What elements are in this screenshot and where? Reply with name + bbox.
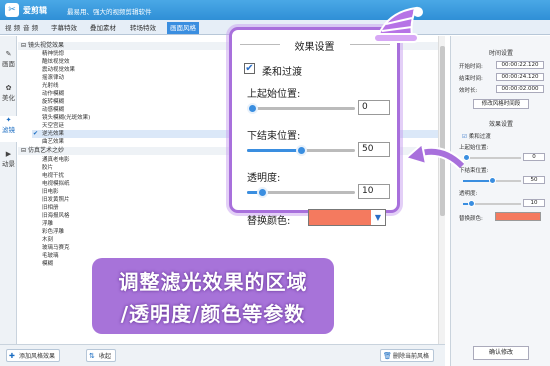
bottom-toolbar: ✚ 添加风格效果 ⇅ 收起 🗑 删除当前风格 <box>0 344 445 366</box>
replace-color-picker-large[interactable]: ▼ <box>308 209 386 226</box>
rail-picture[interactable]: ✎ 画面 <box>0 50 17 68</box>
slider-fill <box>463 180 492 182</box>
slider-knob[interactable] <box>247 103 258 114</box>
list-item[interactable]: 木刻 <box>32 236 442 244</box>
duration-label: 效时长: <box>459 88 478 94</box>
app-name: 爱剪辑 <box>23 6 47 15</box>
rail-label: 滤镜 <box>2 126 15 134</box>
down-position-field[interactable]: 50 <box>523 176 545 184</box>
opacity-field-large[interactable]: 10 <box>358 184 390 199</box>
category-title: 仿真艺术之妙 <box>27 147 64 154</box>
collapse-icon: ⇅ <box>89 352 95 360</box>
banner-line-1: 调整滤光效果的区域 <box>118 270 308 294</box>
play-icon: ▶ <box>5 150 12 158</box>
tab-transition[interactable]: 转场特效 <box>127 22 159 34</box>
up-position-slider-large[interactable] <box>247 103 355 114</box>
opacity-field[interactable]: 10 <box>523 199 545 207</box>
down-position-label: 下结束位置: <box>247 131 301 142</box>
slider-knob[interactable] <box>488 177 496 184</box>
change-time-button[interactable]: 修改风格时间段 <box>473 99 529 109</box>
tab-subtitle[interactable]: 字幕特效 <box>48 22 80 34</box>
collapse-label: 收起 <box>99 353 112 360</box>
opacity-slider-large[interactable] <box>247 187 355 198</box>
category-title: 镜头视觉效果 <box>27 42 64 49</box>
check-icon: ✔ <box>33 130 39 137</box>
soft-transition-label: 柔和过渡 <box>468 134 491 140</box>
slider-knob[interactable] <box>256 187 268 198</box>
callout-banner: 调整滤光效果的区域 /透明度/颜色等参数 <box>92 258 334 334</box>
replace-color-label: 替换颜色: <box>459 216 483 222</box>
up-position-field[interactable]: 0 <box>523 153 545 161</box>
trash-icon: 🗑 <box>383 352 392 360</box>
start-time-field[interactable]: 00:00:22.120 <box>496 61 544 69</box>
effect-settings-title: 效果设置 <box>488 121 513 128</box>
tab-style[interactable]: 画面风格 <box>167 22 199 34</box>
flower-icon: ✿ <box>5 84 12 92</box>
slider-fill <box>247 149 301 152</box>
tab-overlay[interactable]: 叠加素材 <box>87 22 119 34</box>
rail-motion[interactable]: ▶ 动景 <box>0 150 17 168</box>
soft-transition-label: 柔和过渡 <box>262 67 302 78</box>
scrollbar-thumb[interactable] <box>440 46 445 216</box>
rail-label: 动景 <box>2 160 15 168</box>
list-item[interactable]: 玻璃马赛克 <box>32 244 442 252</box>
delete-style-button[interactable]: 🗑 删除当前风格 <box>380 349 435 362</box>
down-position-field-large[interactable]: 50 <box>358 142 390 157</box>
opacity-slider[interactable] <box>463 200 521 207</box>
soft-transition-checkbox[interactable]: ☑ 柔和过渡 <box>462 132 491 140</box>
opacity-label: 透明度: <box>459 191 478 197</box>
settings-panel: 时间设置 开始时间: 00:00:22.120 结束时间: 00:00:24.1… <box>450 36 550 366</box>
category-rail: ✎ 画面 ✿ 美化 ✦ 滤镜 ▶ 动景 <box>0 36 17 344</box>
pointer-arrow-icon <box>403 142 464 170</box>
up-position-slider[interactable] <box>463 154 521 161</box>
delete-style-label: 删除当前风格 <box>393 353 430 360</box>
up-position-field-large[interactable]: 0 <box>358 100 390 115</box>
tab-audio[interactable]: 音 频 <box>20 22 41 34</box>
down-position-slider-large[interactable] <box>247 145 355 156</box>
list-scrollbar[interactable] <box>438 36 445 344</box>
down-position-slider[interactable] <box>463 177 521 184</box>
up-position-label: 上起始位置: <box>247 89 301 100</box>
brush-icon: ✎ <box>5 50 12 58</box>
title-bar: ✂ 爱剪辑 最易用、强大的视频剪辑软件 <box>0 0 550 20</box>
add-style-button[interactable]: ✚ 添加风格效果 <box>6 349 61 362</box>
opacity-label: 透明度: <box>247 173 281 184</box>
rail-label: 画面 <box>2 60 15 68</box>
slider-knob[interactable] <box>468 200 476 207</box>
effect-settings-callout: 效果设置 ✔ 柔和过渡 上起始位置: 0 下结束位置: 50 透明度: 10 替… <box>229 27 400 227</box>
end-time-field[interactable]: 00:00:24.120 <box>496 73 544 81</box>
add-icon: ✚ <box>9 352 15 360</box>
end-time-label: 结束时间: <box>459 76 483 82</box>
slider-knob[interactable] <box>463 154 470 161</box>
collapse-button[interactable]: ⇅ 收起 <box>86 349 117 362</box>
rail-filter[interactable]: ✦ 滤镜 <box>0 116 17 142</box>
app-logo-icon: ✂ <box>5 3 19 17</box>
list-item-label: 逆光效果 <box>42 131 65 137</box>
time-settings-title: 时间设置 <box>488 50 513 57</box>
start-time-label: 开始时间: <box>459 64 483 70</box>
chevron-down-icon[interactable]: ▼ <box>371 210 385 225</box>
party-hat-icon <box>373 6 423 43</box>
soft-transition-checkbox-large[interactable]: ✔ <box>244 63 255 74</box>
confirm-button[interactable]: 确认修改 <box>473 346 529 360</box>
list-item[interactable]: 彩色浮雕 <box>32 228 442 236</box>
rail-label: 美化 <box>2 94 15 102</box>
banner-line-2: /透明度/颜色等参数 <box>120 302 306 326</box>
slider-knob[interactable] <box>295 145 307 156</box>
duration-field[interactable]: 00:00:02.000 <box>496 85 544 93</box>
replace-color-picker[interactable] <box>495 212 541 221</box>
sparkle-icon: ✦ <box>5 116 12 124</box>
add-style-label: 添加风格效果 <box>19 353 56 360</box>
app-tagline: 最易用、强大的视频剪辑软件 <box>67 8 152 16</box>
rail-beautify[interactable]: ✿ 美化 <box>0 84 17 102</box>
replace-color-label: 替换颜色: <box>247 216 291 227</box>
